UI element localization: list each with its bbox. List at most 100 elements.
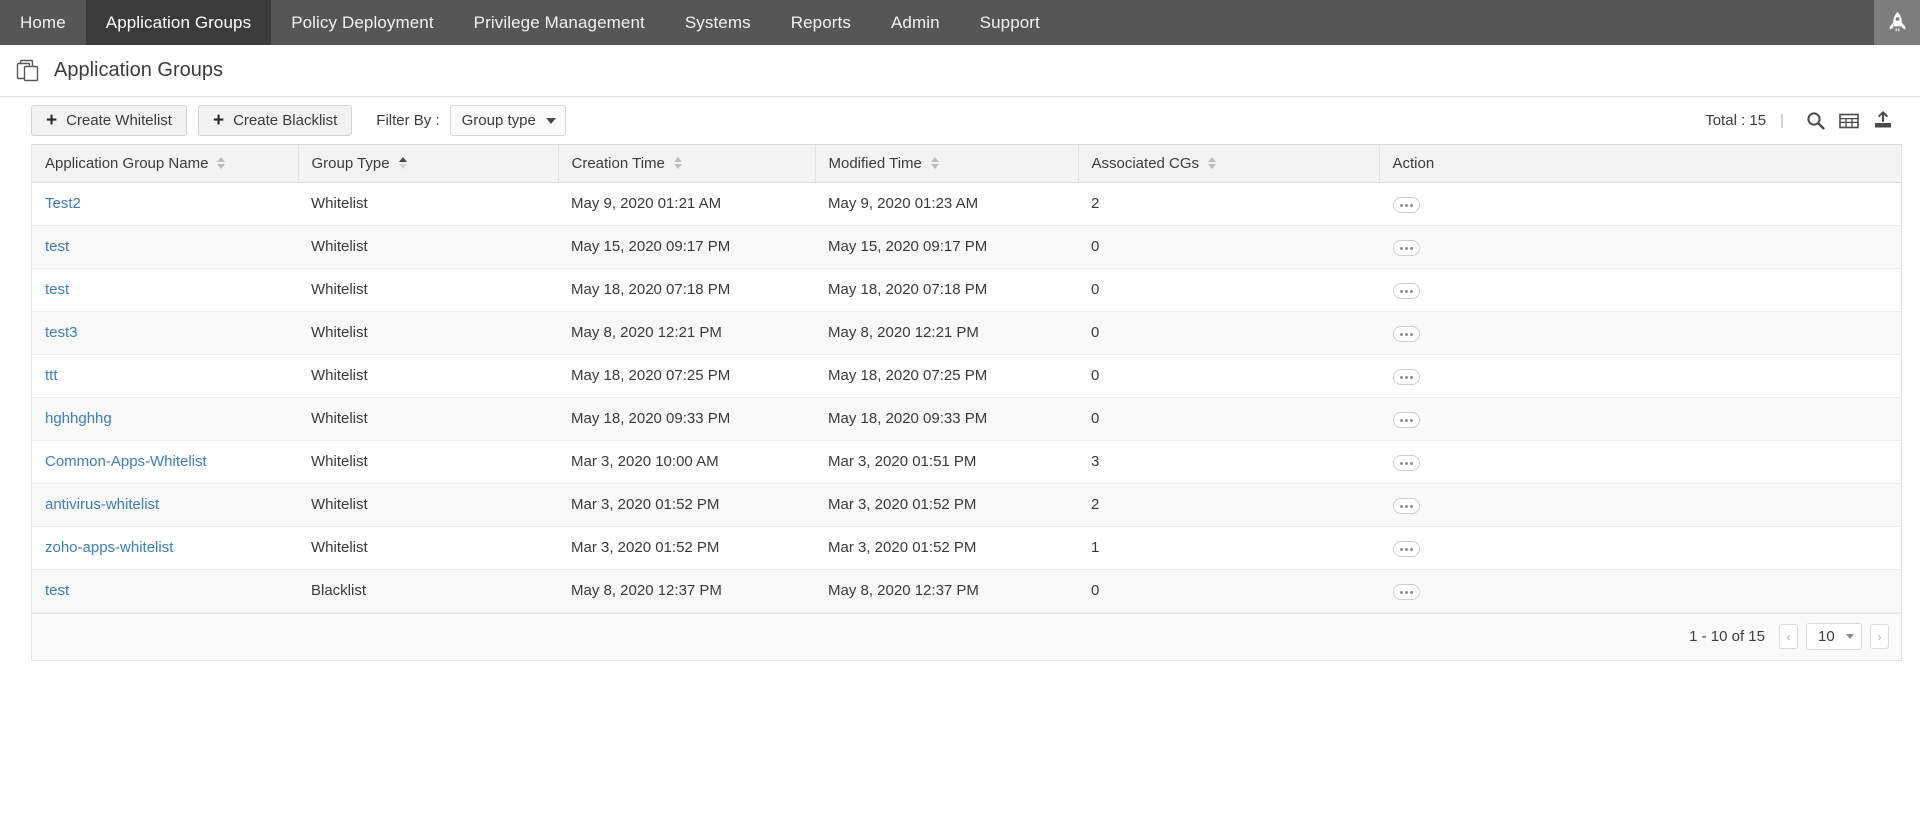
application-group-link[interactable]: antivirus-whitelist — [45, 496, 159, 513]
top-navigation-bar: Home Application Groups Policy Deploymen… — [0, 0, 1920, 45]
page-header: Application Groups — [0, 45, 1920, 97]
application-group-link[interactable]: Common-Apps-Whitelist — [45, 453, 207, 470]
cell-associated-cgs: 3 — [1078, 440, 1379, 483]
cell-associated-cgs: 0 — [1078, 569, 1379, 612]
table-row: testWhitelistMay 15, 2020 09:17 PMMay 15… — [32, 225, 1901, 268]
cell-action — [1379, 268, 1901, 311]
table-row: testWhitelistMay 18, 2020 07:18 PMMay 18… — [32, 268, 1901, 311]
cell-creation-time: May 18, 2020 07:18 PM — [558, 268, 815, 311]
application-group-link[interactable]: test — [45, 238, 69, 255]
nav-item-policy-deployment[interactable]: Policy Deployment — [271, 0, 453, 45]
toolbar-divider: | — [1780, 112, 1784, 129]
ellipsis-icon[interactable] — [1393, 240, 1420, 256]
nav-item-reports[interactable]: Reports — [771, 0, 871, 45]
sort-arrows-icon[interactable] — [931, 157, 939, 169]
cell-group-type: Whitelist — [298, 225, 558, 268]
copy-layers-icon — [16, 59, 42, 83]
chevron-down-icon — [546, 118, 556, 124]
cell-action — [1379, 483, 1901, 526]
table-toolbar: + Create Whitelist + Create Blacklist Fi… — [0, 97, 1920, 144]
export-icon[interactable] — [1866, 106, 1900, 136]
cell-associated-cgs: 0 — [1078, 225, 1379, 268]
cell-creation-time: Mar 3, 2020 01:52 PM — [558, 526, 815, 569]
nav-item-application-groups[interactable]: Application Groups — [86, 0, 271, 45]
nav-item-systems[interactable]: Systems — [665, 0, 771, 45]
search-icon[interactable] — [1798, 106, 1832, 136]
cell-application-group-name: zoho-apps-whitelist — [32, 526, 298, 569]
ellipsis-icon[interactable] — [1393, 369, 1420, 385]
cell-creation-time: May 8, 2020 12:21 PM — [558, 311, 815, 354]
cell-modified-time: Mar 3, 2020 01:52 PM — [815, 483, 1078, 526]
sort-arrows-icon[interactable] — [1208, 157, 1216, 169]
sort-arrows-icon[interactable] — [217, 157, 225, 169]
column-label: Application Group Name — [45, 155, 208, 172]
pagination-prev-button[interactable]: ‹ — [1779, 624, 1798, 649]
column-header-modified-time[interactable]: Modified Time — [815, 145, 1078, 182]
column-label: Group Type — [312, 155, 390, 172]
cell-creation-time: May 18, 2020 07:25 PM — [558, 354, 815, 397]
column-header-creation-time[interactable]: Creation Time — [558, 145, 815, 182]
ellipsis-icon[interactable] — [1393, 541, 1420, 557]
ellipsis-icon[interactable] — [1393, 455, 1420, 471]
cell-group-type: Whitelist — [298, 440, 558, 483]
ellipsis-icon[interactable] — [1393, 584, 1420, 600]
cell-application-group-name: hghhghhg — [32, 397, 298, 440]
cell-creation-time: May 8, 2020 12:37 PM — [558, 569, 815, 612]
ellipsis-icon[interactable] — [1393, 283, 1420, 299]
table-row: tttWhitelistMay 18, 2020 07:25 PMMay 18,… — [32, 354, 1901, 397]
create-blacklist-button[interactable]: + Create Blacklist — [198, 105, 352, 136]
column-label: Action — [1393, 155, 1435, 172]
group-type-filter-select[interactable]: Group type — [450, 105, 566, 136]
application-group-link[interactable]: test — [45, 281, 69, 298]
application-group-link[interactable]: zoho-apps-whitelist — [45, 539, 173, 556]
cell-associated-cgs: 2 — [1078, 483, 1379, 526]
application-group-link[interactable]: hghhghhg — [45, 410, 112, 427]
ellipsis-icon[interactable] — [1393, 412, 1420, 428]
cell-modified-time: Mar 3, 2020 01:52 PM — [815, 526, 1078, 569]
sort-arrows-icon[interactable] — [674, 157, 682, 169]
cell-modified-time: May 18, 2020 07:18 PM — [815, 268, 1078, 311]
cell-modified-time: May 18, 2020 09:33 PM — [815, 397, 1078, 440]
cell-associated-cgs: 0 — [1078, 268, 1379, 311]
chevron-down-icon — [1846, 634, 1854, 639]
page-size-value: 10 — [1818, 628, 1835, 645]
application-groups-table: Application Group Name Group Type Creati… — [31, 144, 1902, 661]
column-header-associated-cgs[interactable]: Associated CGs — [1078, 145, 1379, 182]
column-header-application-group-name[interactable]: Application Group Name — [32, 145, 298, 182]
sort-arrows-icon[interactable] — [399, 157, 407, 169]
cell-associated-cgs: 2 — [1078, 182, 1379, 225]
ellipsis-icon[interactable] — [1393, 498, 1420, 514]
column-header-group-type[interactable]: Group Type — [298, 145, 558, 182]
table-row: test3WhitelistMay 8, 2020 12:21 PMMay 8,… — [32, 311, 1901, 354]
application-group-link[interactable]: ttt — [45, 367, 58, 384]
rocket-icon[interactable] — [1874, 0, 1920, 45]
pagination-range-label: 1 - 10 of 15 — [1689, 628, 1765, 645]
cell-modified-time: Mar 3, 2020 01:51 PM — [815, 440, 1078, 483]
nav-item-home[interactable]: Home — [0, 0, 86, 45]
cell-modified-time: May 9, 2020 01:23 AM — [815, 182, 1078, 225]
cell-application-group-name: test3 — [32, 311, 298, 354]
ellipsis-icon[interactable] — [1393, 326, 1420, 342]
nav-item-support[interactable]: Support — [960, 0, 1060, 45]
application-group-link[interactable]: test — [45, 582, 69, 599]
cell-creation-time: Mar 3, 2020 10:00 AM — [558, 440, 815, 483]
nav-item-admin[interactable]: Admin — [871, 0, 960, 45]
ellipsis-icon[interactable] — [1393, 197, 1420, 213]
nav-item-privilege-management[interactable]: Privilege Management — [454, 0, 665, 45]
pagination-next-button[interactable]: › — [1870, 624, 1889, 649]
cell-creation-time: May 9, 2020 01:21 AM — [558, 182, 815, 225]
cell-associated-cgs: 0 — [1078, 354, 1379, 397]
application-group-link[interactable]: test3 — [45, 324, 78, 341]
create-whitelist-button[interactable]: + Create Whitelist — [31, 105, 187, 136]
page-size-select[interactable]: 10 — [1806, 623, 1862, 650]
application-group-link[interactable]: Test2 — [45, 195, 81, 212]
cell-modified-time: May 8, 2020 12:21 PM — [815, 311, 1078, 354]
cell-action — [1379, 569, 1901, 612]
table-view-icon[interactable] — [1832, 106, 1866, 136]
cell-application-group-name: Test2 — [32, 182, 298, 225]
column-label: Associated CGs — [1092, 155, 1200, 172]
cell-group-type: Whitelist — [298, 483, 558, 526]
cell-application-group-name: ttt — [32, 354, 298, 397]
cell-action — [1379, 311, 1901, 354]
cell-modified-time: May 18, 2020 07:25 PM — [815, 354, 1078, 397]
